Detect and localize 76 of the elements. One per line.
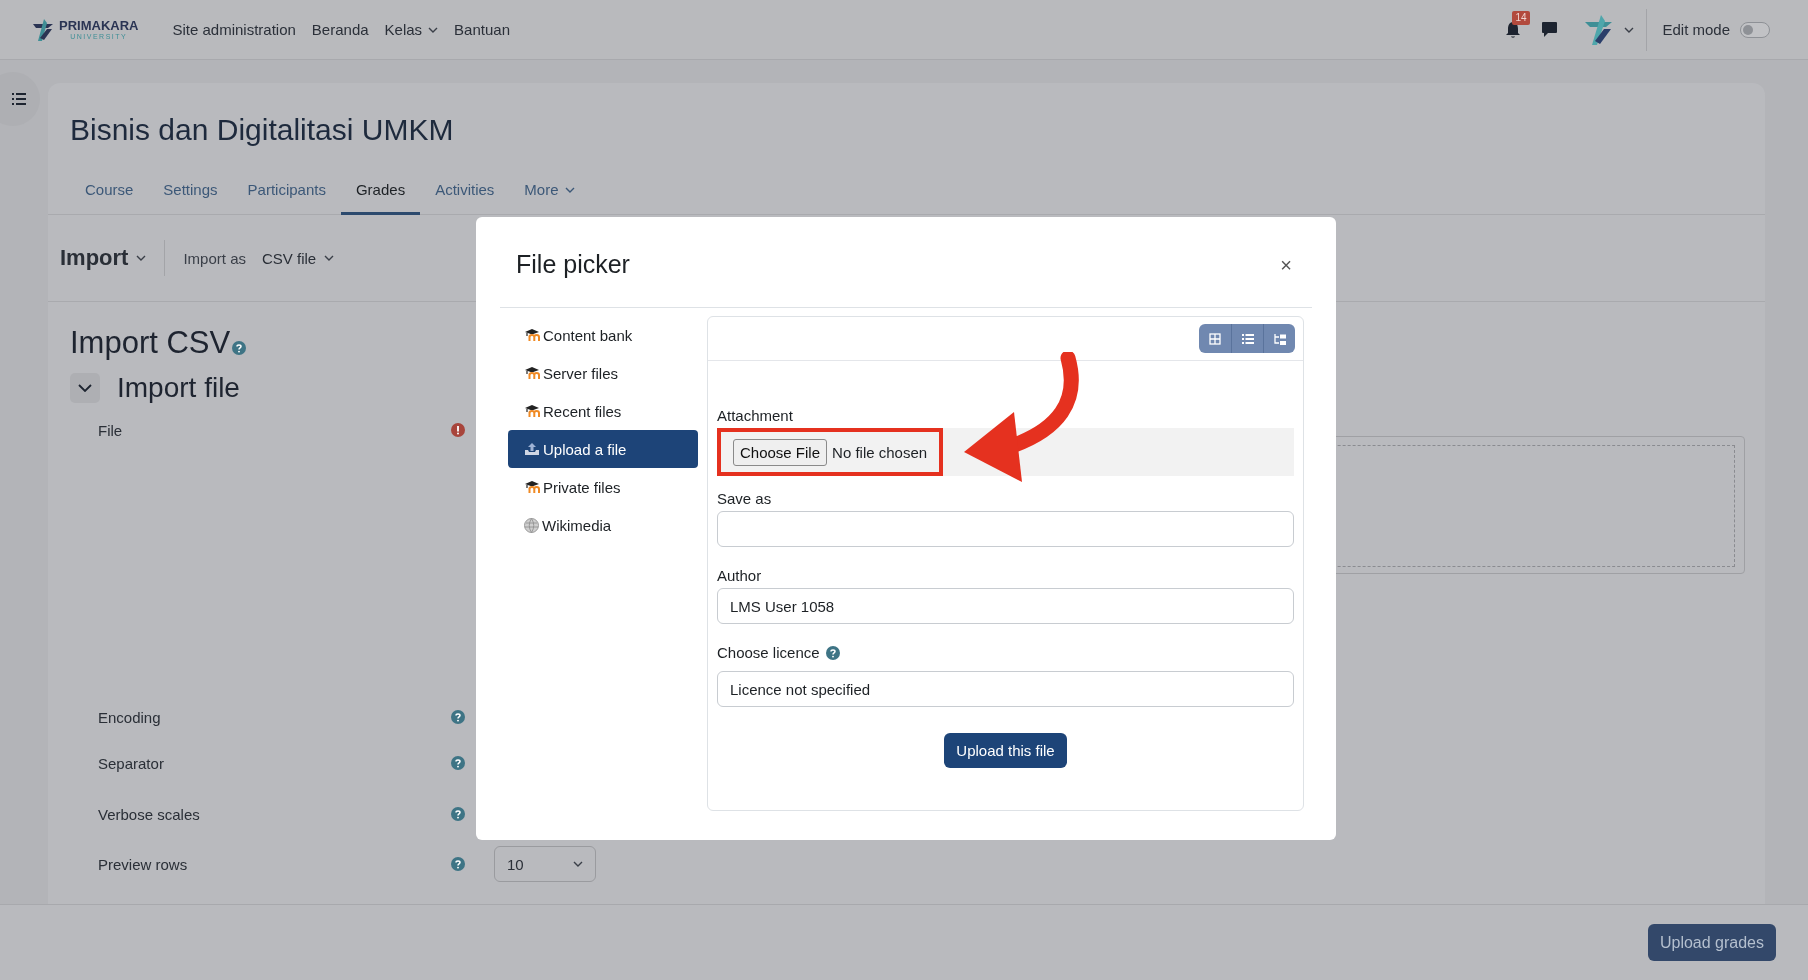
field-label: Choose licence: [717, 644, 820, 661]
import-format-menu[interactable]: CSV file: [262, 249, 335, 267]
preview-rows-select[interactable]: 10: [494, 846, 596, 882]
list-icon: [12, 93, 26, 105]
nav-link[interactable]: Beranda: [311, 21, 369, 38]
edit-mode-label: Edit mode: [1662, 21, 1730, 38]
collapse-button[interactable]: [70, 373, 100, 403]
field-label: Encoding: [98, 708, 161, 726]
import-menu[interactable]: Import: [60, 245, 147, 271]
course-tab[interactable]: Activities: [420, 169, 510, 215]
caret-icon: [324, 255, 335, 261]
import-as-label: Import as: [183, 249, 246, 267]
form-title: Import CSV: [70, 324, 231, 362]
field-label: Save as: [717, 490, 773, 507]
cap-logo-icon: [524, 480, 540, 494]
author-field[interactable]: LMS User 1058: [717, 588, 1294, 624]
view-button[interactable]: [1231, 324, 1263, 353]
grid-view-icon: [1209, 332, 1221, 345]
file-status: No file chosen: [832, 443, 928, 461]
drawer-toggle[interactable]: [0, 72, 40, 126]
close-button[interactable]: ×: [1276, 253, 1296, 277]
cap-logo-icon: [524, 404, 540, 418]
repository-item[interactable]: Content bank: [508, 316, 698, 354]
repository-item[interactable]: Server files: [508, 354, 698, 392]
caret-icon: [428, 26, 439, 33]
field-label: Author: [717, 567, 763, 584]
cap-logo-icon: [524, 328, 540, 342]
repository-item[interactable]: Wikimedia: [508, 506, 698, 544]
field-label: Attachment: [717, 407, 794, 424]
course-tab[interactable]: Grades: [340, 169, 421, 215]
help-icon: [825, 645, 840, 660]
upload-file-button[interactable]: Upload this file: [944, 733, 1067, 768]
help-icon: [451, 807, 465, 821]
help-icon: [232, 341, 247, 355]
notification-count: 14: [1512, 10, 1530, 25]
caret-icon: [573, 861, 583, 867]
view-button[interactable]: [1199, 324, 1231, 353]
nav-link[interactable]: Site administration: [172, 21, 296, 38]
choose-file-button[interactable]: Choose File: [733, 438, 828, 466]
edit-mode-toggle[interactable]: [1740, 21, 1770, 38]
upload-grades-button[interactable]: Upload grades: [1647, 924, 1776, 961]
repository-item[interactable]: Upload a file: [508, 430, 698, 468]
repository-item[interactable]: Recent files: [508, 392, 698, 430]
section-title: Import file: [117, 371, 240, 405]
nav-link[interactable]: Kelas: [384, 21, 439, 38]
caret-icon: [136, 255, 147, 261]
field-label: Preview rows: [98, 855, 188, 873]
tree-view-icon: [1273, 332, 1286, 345]
globe-icon: [524, 517, 539, 533]
help-icon: [451, 710, 465, 724]
cap-logo-icon: [524, 366, 540, 380]
logo-name: PRIMAKARA: [59, 19, 139, 32]
course-tab[interactable]: Participants: [232, 169, 341, 215]
dialog-title: File picker: [516, 249, 630, 279]
view-button[interactable]: [1263, 324, 1295, 353]
help-icon: [451, 857, 465, 871]
caret-icon: [564, 186, 575, 193]
field-label: Separator: [98, 754, 164, 772]
save-as-field[interactable]: [717, 511, 1294, 547]
course-title: Bisnis dan Digitalitasi UMKM: [69, 112, 455, 147]
bell-icon: [1505, 20, 1522, 39]
chevron-icon: [78, 384, 92, 392]
list-view-icon: [1241, 332, 1254, 345]
course-tab[interactable]: More: [509, 169, 590, 215]
upload-icon: [524, 442, 540, 456]
course-tab[interactable]: Settings: [148, 169, 233, 215]
licence-select[interactable]: Licence not specified: [717, 671, 1294, 707]
field-label: File: [98, 421, 123, 439]
error-icon: [451, 423, 465, 437]
field-label: Verbose scales: [98, 805, 200, 823]
repository-item[interactable]: Private files: [508, 468, 698, 506]
nav-link[interactable]: Bantuan: [454, 21, 510, 38]
chat-icon: [1541, 21, 1559, 38]
course-tab[interactable]: Course: [70, 169, 149, 215]
caret-icon: [1624, 26, 1635, 33]
help-icon: [451, 756, 465, 770]
